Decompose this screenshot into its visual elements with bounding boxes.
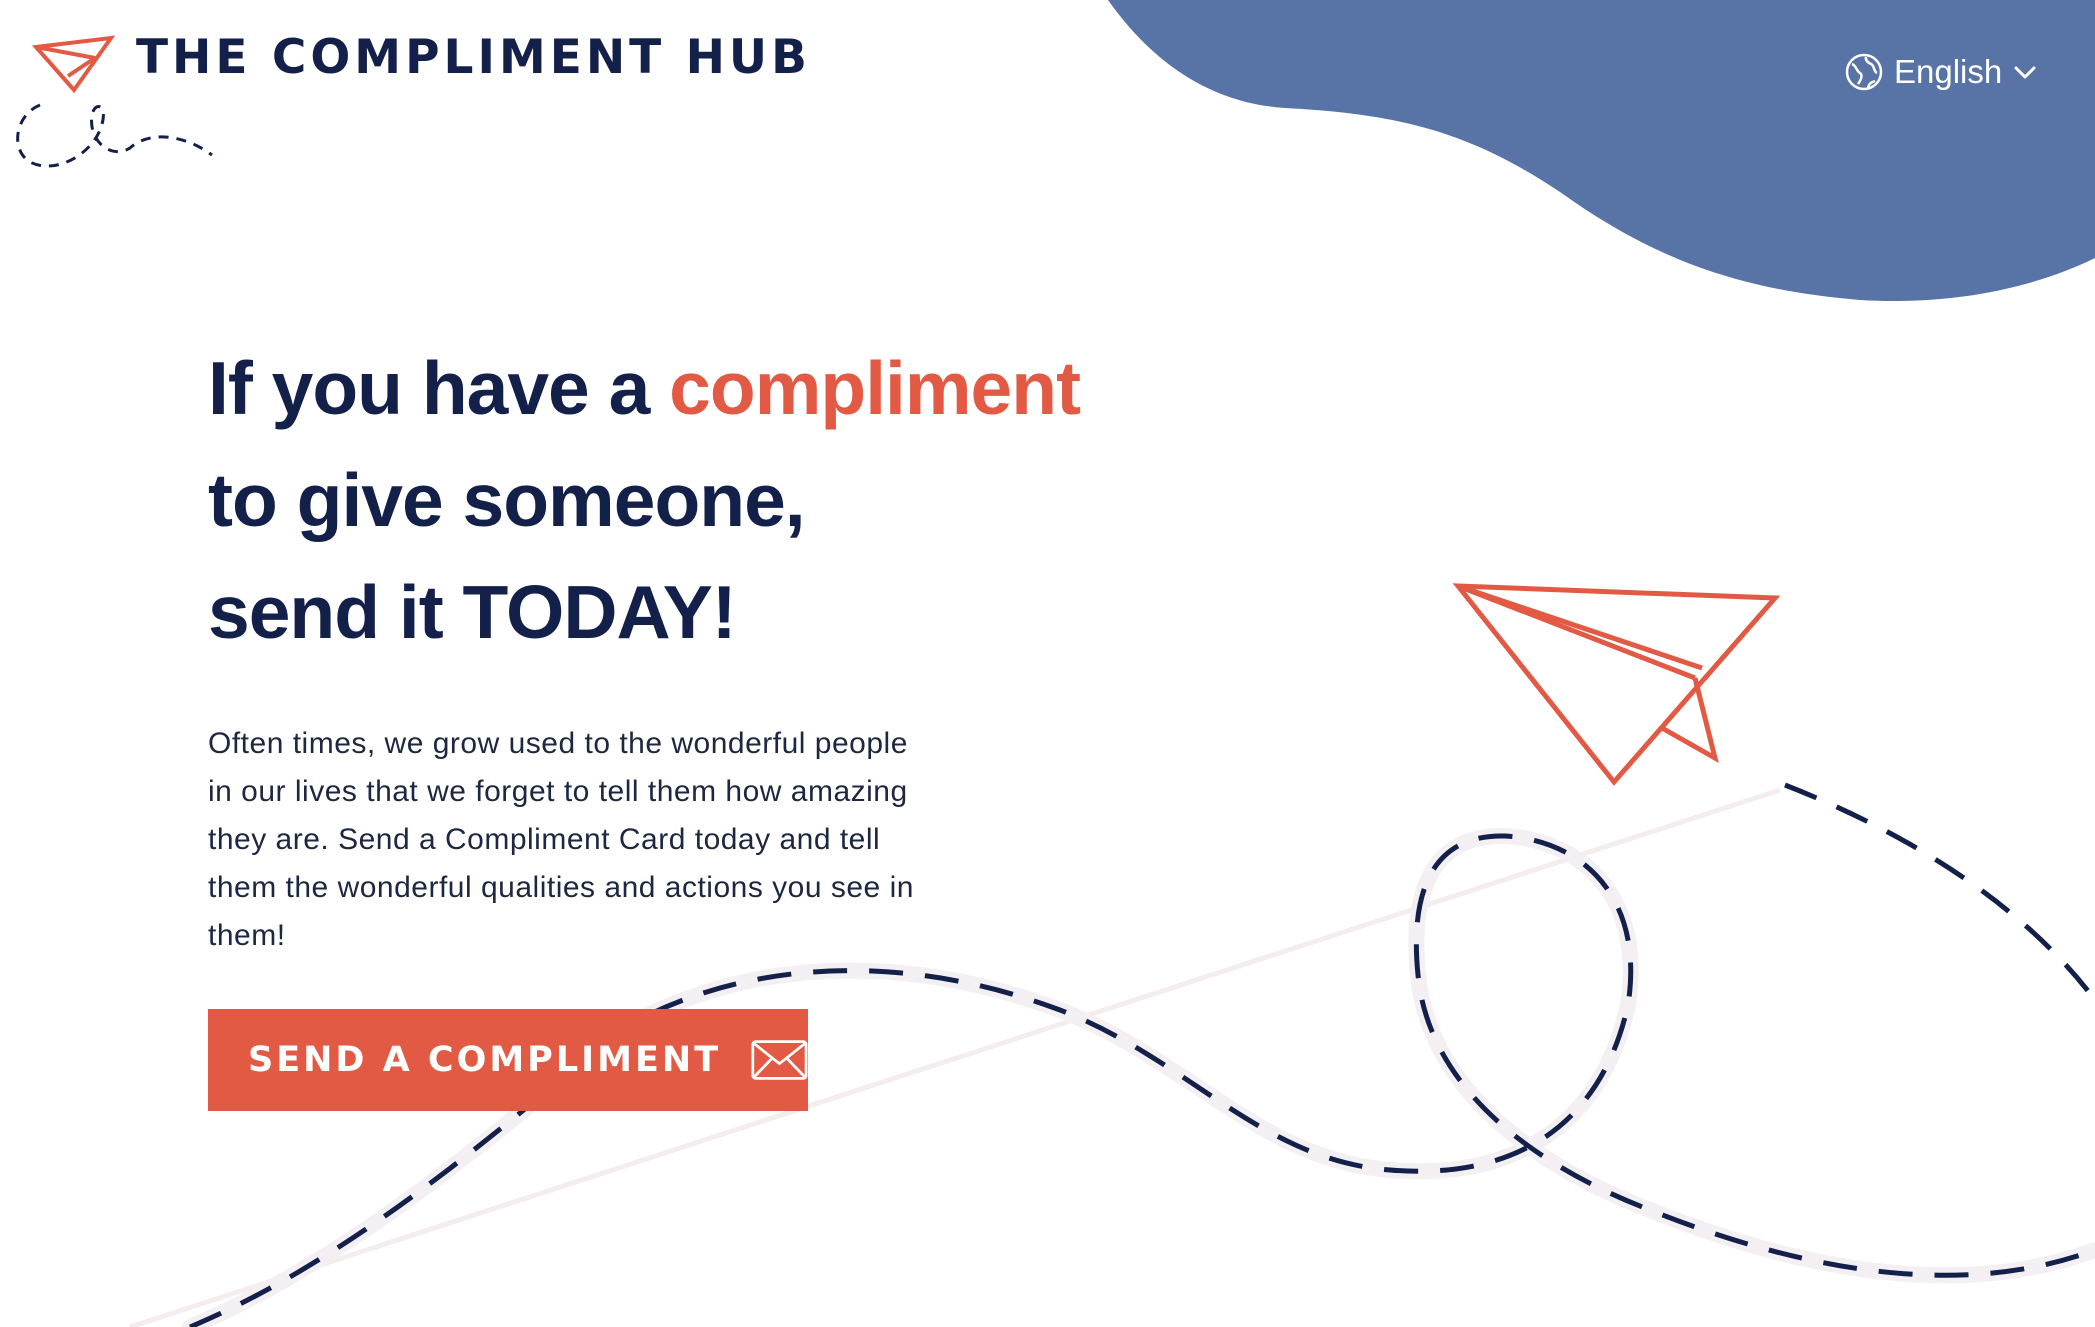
headline-line-3: send it TODAY! bbox=[208, 570, 737, 654]
send-compliment-button[interactable]: SEND A COMPLIMENT bbox=[208, 1009, 808, 1111]
hero-description: Often times, we grow used to the wonderf… bbox=[208, 727, 914, 952]
chevron-down-icon bbox=[2014, 66, 2036, 79]
headline-line-2: to give someone, bbox=[208, 458, 806, 542]
headline-line-1: If you have a compliment bbox=[208, 346, 1081, 430]
brand-header: THE COMPLIMENT HUB bbox=[0, 0, 807, 190]
paper-plane-illustration bbox=[1452, 583, 1781, 786]
headline-accent: compliment bbox=[669, 346, 1081, 430]
dashed-plane-trail bbox=[1784, 782, 2095, 1002]
globe-icon bbox=[1845, 53, 1883, 91]
language-label: English bbox=[1894, 53, 2003, 90]
envelope-icon bbox=[751, 1040, 808, 1080]
language-selector[interactable]: English bbox=[1844, 46, 2038, 98]
hero-headline: If you have a compliment to give someone… bbox=[208, 332, 1081, 668]
send-compliment-label: SEND A COMPLIMENT bbox=[248, 1040, 722, 1080]
brand-name[interactable]: THE COMPLIMENT HUB bbox=[136, 28, 811, 88]
